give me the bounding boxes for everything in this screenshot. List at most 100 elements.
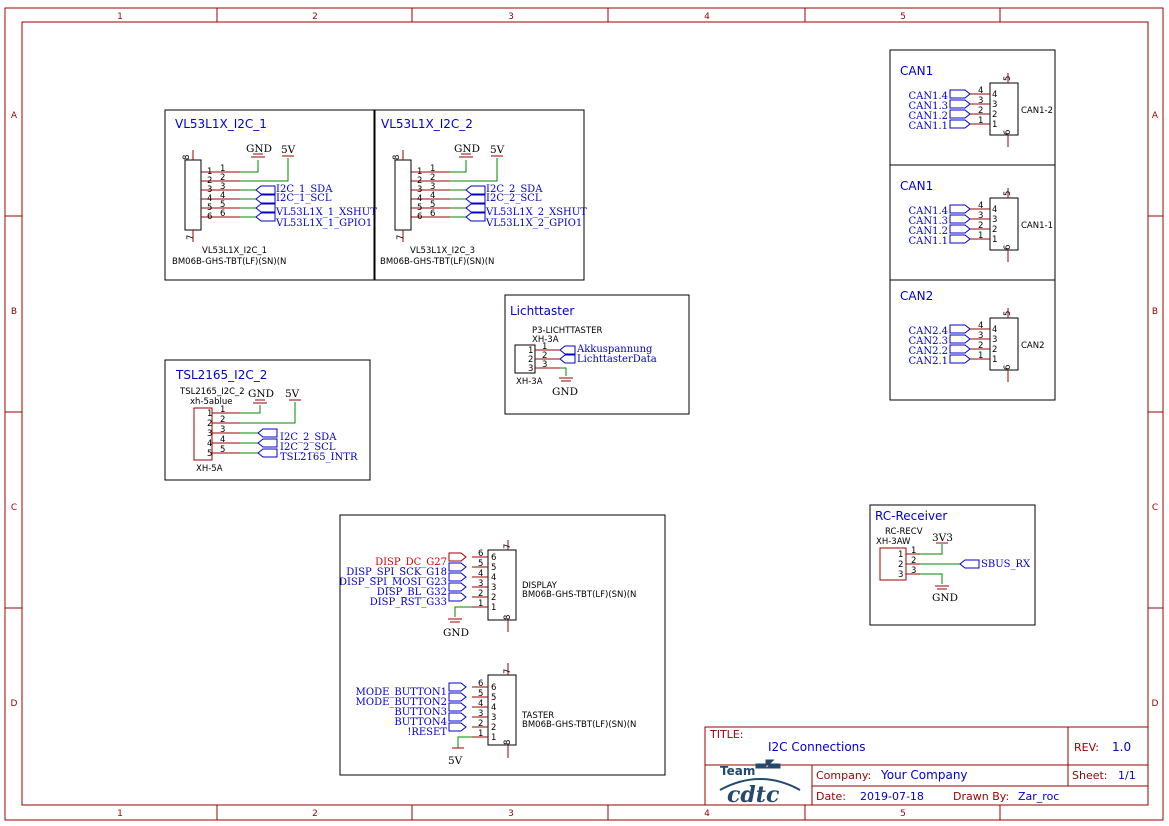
zone-row-d-left: D xyxy=(11,699,18,709)
zone-row-d-right: D xyxy=(1152,699,1159,709)
svg-text:3: 3 xyxy=(220,425,225,435)
part-name: VL53L1X_I2C_1 xyxy=(202,246,267,256)
svg-text:3: 3 xyxy=(992,215,997,225)
zone-row-c-left: C xyxy=(11,503,17,513)
svg-text:6: 6 xyxy=(1003,245,1013,250)
part-name: TSL2165_I2C_2 xyxy=(179,387,245,397)
zone-col-2-top: 2 xyxy=(312,12,318,22)
date-value: 2019-07-18 xyxy=(860,790,924,803)
svg-text:7: 7 xyxy=(396,235,406,240)
svg-text:1: 1 xyxy=(207,409,212,419)
svg-text:8: 8 xyxy=(182,155,192,160)
svg-text:6: 6 xyxy=(478,549,483,559)
svg-text:4: 4 xyxy=(978,86,983,96)
sheet-value: 1/1 xyxy=(1118,769,1136,782)
svg-text:5: 5 xyxy=(491,693,496,703)
svg-text:6: 6 xyxy=(430,209,435,219)
zone-col-1-top: 1 xyxy=(117,12,123,22)
svg-text:1: 1 xyxy=(491,733,496,743)
company-label: Company: xyxy=(816,769,871,782)
block-vl53l1x-i2c-1[interactable]: VL53L1X_I2C_1 8 7 123 456 123 456 GND 5V… xyxy=(164,109,377,281)
zone-row-c-right: C xyxy=(1152,503,1158,513)
gnd-label: GND xyxy=(443,627,469,639)
svg-text:4: 4 xyxy=(992,205,997,215)
svg-text:3: 3 xyxy=(992,100,997,110)
svg-text:2: 2 xyxy=(207,419,212,429)
svg-text:4: 4 xyxy=(491,573,496,583)
svg-text:4: 4 xyxy=(978,321,983,331)
net-label: DISP_RST_G33 xyxy=(370,597,447,608)
5v-label: 5V xyxy=(448,755,463,767)
svg-text:1: 1 xyxy=(978,351,983,361)
team-logo-icon: Team cdtc xyxy=(719,759,801,808)
gnd-label: GND xyxy=(552,386,578,398)
svg-text:2: 2 xyxy=(898,560,903,570)
block-tsl2165-i2c-2[interactable]: TSL2165_I2C_2 TSL2165_I2C_2 xh-5ablue 12… xyxy=(164,359,371,481)
svg-text:Team: Team xyxy=(720,764,755,778)
block-vl53l1x-i2c-2[interactable]: VL53L1X_I2C_2 8 7 123 456 123 456 GND 5V… xyxy=(374,109,587,281)
block-title: CAN2 xyxy=(900,289,933,303)
zone-col-1-bottom: 1 xyxy=(117,809,123,819)
svg-text:2: 2 xyxy=(992,345,997,355)
block-title: Lichttaster xyxy=(510,304,574,318)
net-label: LichttasterData xyxy=(577,354,657,365)
schematic-canvas: 1 2 3 4 5 1 2 3 4 5 A B C D A B C D VL53… xyxy=(4,7,1164,821)
zone-col-5-top: 5 xyxy=(900,12,906,22)
company-value: Your Company xyxy=(880,768,968,782)
svg-text:5: 5 xyxy=(1003,76,1013,81)
svg-text:5: 5 xyxy=(1003,191,1013,196)
zone-col-4-bottom: 4 xyxy=(704,809,710,819)
block-lichttaster[interactable]: Lichttaster P3-LICHTTASTER XH-3A 123 123… xyxy=(504,294,690,415)
5v-label: 5V xyxy=(281,144,296,156)
svg-text:1: 1 xyxy=(491,603,496,613)
svg-text:3: 3 xyxy=(491,713,496,723)
sheet-title: I2C Connections xyxy=(768,740,866,754)
net-label: VL53L1X_1_XSHUT xyxy=(275,207,377,218)
svg-text:6: 6 xyxy=(207,212,212,222)
rev-value: 1.0 xyxy=(1112,740,1131,754)
svg-text:3: 3 xyxy=(978,211,983,221)
net-label: CAN1.1 xyxy=(908,121,948,132)
svg-text:3: 3 xyxy=(478,579,483,589)
net-label: TSL2165_INTR xyxy=(280,452,358,463)
part-name: CAN2 xyxy=(1021,341,1045,351)
net-label: !RESET xyxy=(407,727,447,738)
sheet-label: Sheet: xyxy=(1072,769,1108,782)
svg-text:4: 4 xyxy=(978,201,983,211)
block-rc-receiver[interactable]: RC-Receiver RC-RECV XH-3AW 123 123 3V3 G… xyxy=(869,504,1036,626)
svg-text:2: 2 xyxy=(992,110,997,120)
zone-row-b-right: B xyxy=(1152,307,1158,317)
zone-row-a-right: A xyxy=(1152,111,1159,121)
svg-text:3: 3 xyxy=(528,364,533,374)
package-name: BM06B-GHS-TBT(LF)(SN)(N xyxy=(522,590,636,600)
svg-text:6: 6 xyxy=(491,683,496,693)
svg-text:4: 4 xyxy=(478,699,483,709)
3v3-label: 3V3 xyxy=(932,532,953,544)
svg-text:2: 2 xyxy=(491,723,496,733)
block-display-taster[interactable]: 7 8 654 321 654 321 GND DISP_DC_G27 DISP… xyxy=(339,514,666,776)
svg-text:1: 1 xyxy=(978,231,983,241)
svg-text:6: 6 xyxy=(220,209,225,219)
svg-text:8: 8 xyxy=(503,740,513,745)
part-name: VL53L1X_I2C_3 xyxy=(410,246,475,256)
drawn-by-label: Drawn By: xyxy=(953,790,1009,803)
package-name: XH-5A xyxy=(196,464,223,474)
svg-text:5: 5 xyxy=(478,559,483,569)
drawn-by-value: Zar_roc xyxy=(1018,790,1059,803)
svg-text:6: 6 xyxy=(1003,130,1013,135)
gnd-label: GND xyxy=(248,388,274,400)
package-name: BM06B-GHS-TBT(LF)(SN)(N xyxy=(172,257,286,267)
gnd-label: GND xyxy=(246,143,272,155)
svg-text:3: 3 xyxy=(478,709,483,719)
package-name: BM06B-GHS-TBT(LF)(SN)(N xyxy=(380,257,494,267)
5v-label: 5V xyxy=(490,144,505,156)
zone-row-b-left: B xyxy=(11,307,17,317)
block-can1-2[interactable]: CAN1 5 6 4321 4321 CAN1.4 CAN1.3 CAN1.2 … xyxy=(889,49,1056,166)
block-can1-1[interactable]: CAN1 5 6 4321 4321 CAN1.4 CAN1.3 CAN1.2 … xyxy=(889,164,1056,281)
svg-text:1: 1 xyxy=(478,729,483,739)
value-name: xh-5ablue xyxy=(190,397,232,407)
svg-text:4: 4 xyxy=(992,90,997,100)
block-can2[interactable]: CAN2 5 6 4321 4321 CAN2.4 CAN2.3 CAN2.2 … xyxy=(889,279,1056,401)
svg-text:6: 6 xyxy=(1003,365,1013,370)
svg-text:7: 7 xyxy=(186,235,196,240)
